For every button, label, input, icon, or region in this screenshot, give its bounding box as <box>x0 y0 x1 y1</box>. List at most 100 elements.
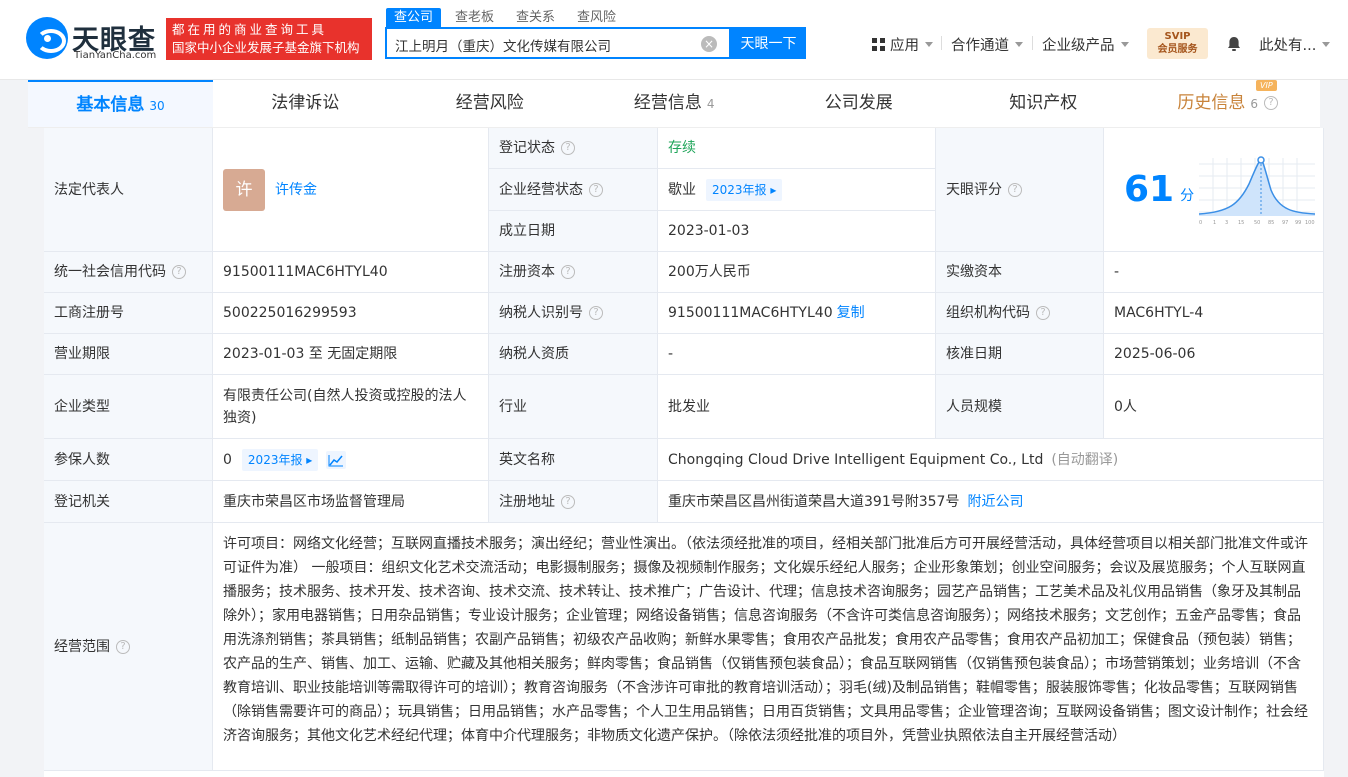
value-text: 91500111MAC6HTYL40 <box>668 305 833 321</box>
help-icon[interactable]: ? <box>561 494 575 509</box>
label-text: 组织机构代码 <box>946 305 1030 321</box>
help-icon[interactable]: ? <box>561 265 575 279</box>
org-code-value: MAC6HTYL-4 <box>1104 293 1324 334</box>
value-text: 0人 <box>1114 398 1137 415</box>
scope-value: 许可项目：网络文化经营；互联网直播技术服务；演出经纪；营业性演出。（依法须经批准… <box>213 523 1324 771</box>
auto-translate-note: (自动翻译) <box>1051 451 1119 468</box>
eye-logo-icon <box>26 17 68 59</box>
legal-rep-label: 法定代表人 <box>44 128 213 252</box>
value-text: 200万人民币 <box>668 264 751 280</box>
value-text: 2023-01-03 <box>668 223 750 239</box>
biz-reg-no-label: 工商注册号 <box>44 293 213 334</box>
score-cell[interactable]: 61 分 0 1 3 15 50 85 97 99 100 <box>1104 128 1324 252</box>
term-value: 2023-01-03 至 无固定期限 <box>213 334 489 375</box>
reg-address-value: 重庆市荣昌区昌州街道荣昌大道391号附357号 附近公司 <box>658 481 1324 523</box>
label-text: 参保人数 <box>54 451 110 468</box>
tab-business-info[interactable]: 经营信息 4 <box>582 80 767 127</box>
founded-label: 成立日期 <box>489 211 658 252</box>
value-text: 500225016299593 <box>223 305 357 321</box>
search-input[interactable]: 江上明月（重庆）文化传媒有限公司 × <box>385 27 731 59</box>
user-menu[interactable]: 此处有... <box>1259 34 1331 54</box>
annual-report-link[interactable]: 2023年报 ▸ <box>241 448 319 471</box>
label-text: 纳税人资质 <box>499 346 569 362</box>
site-logo[interactable]: 天眼查 TianYanCha.com <box>26 17 160 61</box>
axis-tick: 100 <box>1305 220 1315 226</box>
tab-basic-info[interactable]: 基本信息 30 <box>28 80 213 127</box>
legal-rep-cell: 许 许传金 <box>213 128 489 252</box>
legal-rep-link[interactable]: 许传金 <box>275 179 317 201</box>
score-curve-chart: 0 1 3 15 50 85 97 99 100 <box>1199 156 1315 226</box>
trend-chart-icon[interactable] <box>326 450 347 469</box>
help-icon[interactable]: ? <box>172 265 186 279</box>
help-icon[interactable]: ? <box>116 639 130 654</box>
help-icon[interactable]: ? <box>1036 306 1050 320</box>
tab-ip[interactable]: 知识产权 <box>951 80 1136 127</box>
promo-banner[interactable]: 都在用的商业查询工具 国家中小企业发展子基金旗下机构 <box>166 18 372 60</box>
nav-apps[interactable]: 应用 <box>872 34 933 54</box>
value-text: 歇业 <box>668 181 696 198</box>
report-label: 2023年报 <box>247 452 303 467</box>
en-name-label: 英文名称 <box>489 439 658 481</box>
help-icon[interactable]: ? <box>1008 182 1022 197</box>
chevron-down-icon <box>1015 41 1023 47</box>
axis-tick: 0 <box>1199 220 1202 226</box>
copy-button[interactable]: 复制 <box>837 302 865 324</box>
search-tab-risk[interactable]: 查风险 <box>569 8 624 27</box>
help-icon[interactable]: ? <box>1264 96 1279 110</box>
taxpayer-id-value: 91500111MAC6HTYL40 复制 <box>658 293 936 334</box>
nav-enterprise-label: 企业级产品 <box>1042 37 1115 54</box>
help-icon[interactable]: ? <box>589 306 603 320</box>
search-type-tabs: 查公司 查老板 查关系 查风险 <box>386 8 630 27</box>
grid-icon <box>872 37 885 51</box>
bell-icon[interactable] <box>1226 36 1242 52</box>
axis-tick: 15 <box>1238 220 1244 226</box>
label-text: 营业期限 <box>54 346 110 362</box>
axis-tick: 97 <box>1282 220 1288 226</box>
tab-label: 公司发展 <box>824 93 893 113</box>
svip-button[interactable]: SVIP 会员服务 <box>1147 28 1208 59</box>
value-text: 批发业 <box>668 398 710 415</box>
label-text: 英文名称 <box>499 451 555 468</box>
basic-info-table: 法定代表人 许 许传金 登记状态? 存续 企业经营状态? 歇业 2023年报 ▸ … <box>44 128 1324 777</box>
help-icon[interactable]: ? <box>561 141 575 155</box>
tab-business-risk[interactable]: 经营风险 <box>398 80 583 127</box>
insured-value: 0 2023年报 ▸ <box>213 439 489 481</box>
credit-code-value: 91500111MAC6HTYL40 <box>213 252 489 293</box>
reg-capital-label: 注册资本? <box>489 252 658 293</box>
nearby-companies-link[interactable]: 附近公司 <box>967 491 1023 513</box>
search-button[interactable]: 天眼一下 <box>731 27 806 59</box>
staff-size-label: 人员规模 <box>936 375 1104 439</box>
search-input-value: 江上明月（重庆）文化传媒有限公司 <box>395 39 611 55</box>
label-text: 统一社会信用代码 <box>54 264 166 280</box>
annual-report-link[interactable]: 2023年报 ▸ <box>706 178 783 201</box>
tab-history[interactable]: 历史信息 6? <box>1136 80 1321 127</box>
clear-icon[interactable]: × <box>701 36 717 52</box>
search-tab-relation[interactable]: 查关系 <box>508 8 563 27</box>
approval-date-value: 2025-06-06 <box>1104 334 1324 375</box>
label-text: 纳税人识别号 <box>499 305 583 321</box>
reg-capital-value: 200万人民币 <box>658 252 936 293</box>
search-tab-company[interactable]: 查公司 <box>386 8 442 27</box>
label-text: 天眼评分 <box>946 181 1002 198</box>
value-text: MAC6HTYL-4 <box>1114 305 1204 321</box>
avatar[interactable]: 许 <box>223 168 265 211</box>
value-text: 有限责任公司(自然人投资或控股的法人独资) <box>223 387 467 426</box>
svip-title: SVIP <box>1164 31 1191 42</box>
paid-capital-label: 实缴资本 <box>936 252 1104 293</box>
search-tab-boss[interactable]: 查老板 <box>447 8 502 27</box>
chevron-down-icon <box>925 41 933 47</box>
logo-domain: TianYanCha.com <box>74 50 157 61</box>
tab-development[interactable]: 公司发展 <box>767 80 952 127</box>
tab-lawsuits[interactable]: 法律诉讼 <box>213 80 398 127</box>
nav-apps-label: 应用 <box>890 37 919 54</box>
industry-label: 行业 <box>489 375 658 439</box>
value-text: 2025-06-06 <box>1114 346 1196 362</box>
tab-label: 基本信息 <box>76 95 145 115</box>
nav-channel[interactable]: 合作通道 <box>951 34 1023 54</box>
score-label: 天眼评分? <box>936 128 1104 252</box>
help-icon[interactable]: ? <box>589 182 603 197</box>
score-unit: 分 <box>1180 187 1195 204</box>
nav-enterprise[interactable]: 企业级产品 <box>1042 34 1129 54</box>
value-text: 重庆市荣昌区昌州街道荣昌大道391号附357号 <box>668 493 960 510</box>
label-text: 企业经营状态 <box>499 181 583 198</box>
